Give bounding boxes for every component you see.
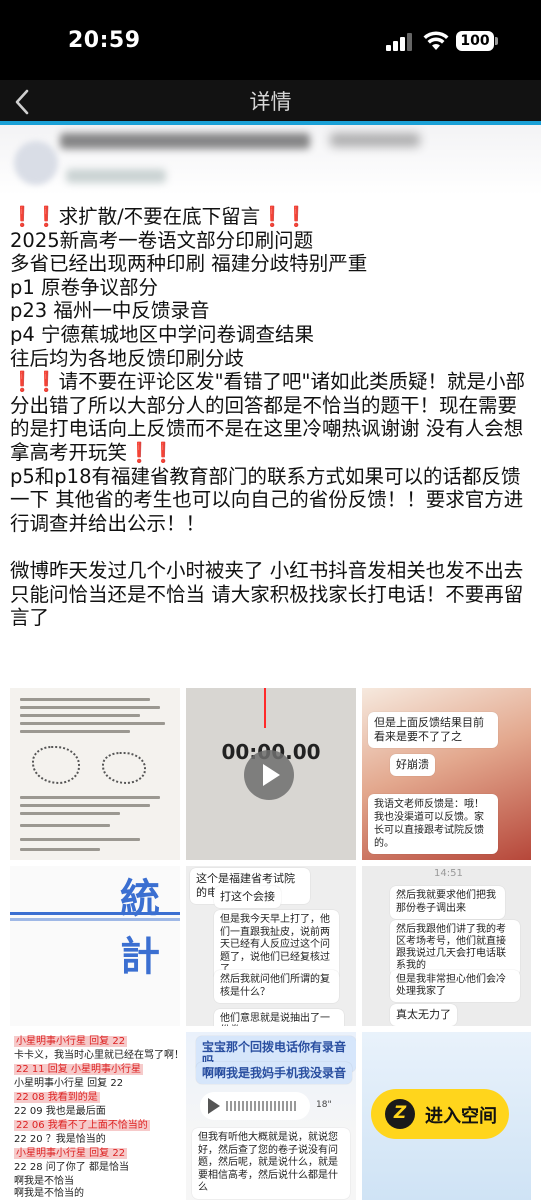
nav-bar: 详情	[0, 80, 541, 124]
signal-icon	[386, 33, 414, 51]
status-time: 20:59	[68, 28, 141, 53]
chat-bubble: 然后我跟他们讲了我的考区考场考号，他们就直接跟我说过几天会打电话联系我的	[390, 920, 520, 976]
chat-line: 22 11 回复 小星明事小行星	[14, 1064, 143, 1075]
post-line-6: p4 宁德蕉城地区中学问卷调查结果	[10, 322, 314, 346]
image-chat-exam-office[interactable]: 这个是福建省考试院的电话 打这个会接 但是我今天早上打了，他们一直跟我扯皮，说前…	[186, 866, 356, 1026]
doc-line	[20, 706, 160, 709]
chat-bubble: 但是上面反馈结果目前看来是要不了了之	[368, 712, 498, 748]
chat-bubble: 啊啊我是我妈手机我没录音	[196, 1062, 353, 1084]
status-bar: 20:59 100	[0, 0, 541, 80]
chat-line: 22 20 ？我是恰当的	[14, 1134, 106, 1145]
page-title: 详情	[249, 90, 292, 114]
chat-bubble: 然后我就要求他们把我那份卷子调出来	[390, 886, 505, 919]
blurred-name	[60, 133, 310, 149]
doc-line	[20, 698, 150, 701]
post-line-10: 微博昨天发过几个小时被夹了 小红书抖音发相关也发不出去只能问恰当还是不恰当 请大…	[10, 558, 524, 630]
divider	[10, 918, 180, 921]
exclamation-icon: ❗❗	[10, 370, 59, 394]
image-chat-follow-up[interactable]: 14:51 然后我就要求他们把我那份卷子调出来 然后我跟他们讲了我的考区考场考号…	[362, 866, 531, 1026]
voice-waveform	[226, 1101, 296, 1111]
chat-line: 小星明事小行星 回复 22	[14, 1148, 128, 1159]
voice-duration: 18"	[316, 1100, 332, 1110]
image-chat-feedback[interactable]: 但是上面反馈结果目前看来是要不了了之 好崩溃 我语文老师反馈是：哦！我也没渠道可…	[362, 688, 531, 860]
chat-bubble: 打这个会接	[214, 886, 281, 908]
enter-space-button[interactable]: 进入空间	[371, 1089, 509, 1139]
doc-line	[20, 838, 140, 841]
battery-icon: 100	[456, 31, 494, 51]
exclamation-icon: ❗❗	[10, 205, 59, 228]
image-voice-chat[interactable]: 宝宝那个回拨电话你有录音吗 啊啊我是我妈手机我没录音 18" 但我有听他大概就是…	[186, 1032, 356, 1200]
doc-line	[20, 824, 110, 827]
blurred-subtitle	[66, 169, 166, 183]
chat-bubble: 真太无力了	[390, 1004, 457, 1026]
survey-title: 統計	[120, 875, 168, 980]
doc-line	[20, 804, 150, 807]
chat-bubble: 我语文老师反馈是：哦！我也没渠道可以反馈。家长可以直接跟考试院反馈的。	[368, 794, 498, 854]
enter-space-label: 进入空间	[425, 1106, 497, 1127]
exclamation-icon: ❗❗	[127, 440, 176, 464]
chat-bubble: 他们意思就是说抽出了一份卷	[214, 1009, 344, 1026]
post-line-4: p1 原卷争议部分	[10, 275, 158, 299]
chat-line: 啊我是不恰当	[14, 1176, 74, 1187]
doc-line	[20, 714, 140, 717]
chat-bubble: 好崩溃	[390, 754, 435, 776]
sketch-illustration	[32, 746, 80, 784]
chat-line: 22 28 问了你了 都是恰当	[14, 1162, 129, 1173]
image-exam-paper[interactable]	[10, 688, 180, 860]
chat-line: 小星明事小行星 回复 22	[14, 1036, 128, 1047]
battery-tip	[495, 37, 498, 45]
post-body: ❗❗求扩散/不要在底下留言❗❗ 2025新高考一卷语文部分印刷问题 多省已经出现…	[10, 205, 530, 630]
chat-line: 22 08 我看到的是	[14, 1092, 100, 1103]
chat-line: 啊我是不恰当的	[14, 1188, 84, 1199]
doc-line	[20, 722, 165, 725]
space-icon	[385, 1099, 415, 1129]
chat-line: 22 09 我也是最后面	[14, 1106, 106, 1117]
chat-bubble: 然后我就问他们所谓的复核是什么？	[214, 970, 339, 1003]
doc-line	[20, 796, 160, 799]
chat-line: 22 06 我看不了上面不恰当的	[14, 1120, 150, 1131]
exclamation-icon: ❗❗	[260, 205, 309, 228]
sketch-illustration	[102, 752, 146, 784]
voice-message[interactable]	[200, 1092, 310, 1120]
voice-play-icon[interactable]	[208, 1098, 220, 1114]
author-header-blurred	[0, 125, 541, 195]
chat-line: 小星明事小行星 回复 22	[14, 1078, 124, 1089]
chat-bubble: 但我有听他大概就是说，就说您好，然后查了您的卷子说没有问题，然后呢，就是说什么，…	[192, 1128, 350, 1199]
post-line-7: 往后均为各地反馈印刷分歧	[10, 346, 245, 370]
doc-line	[20, 730, 130, 733]
post-detail: ❗❗求扩散/不要在底下留言❗❗ 2025新高考一卷语文部分印刷问题 多省已经出现…	[0, 125, 541, 1200]
chat-bubble: 但是我非常担心他们会冷处理我家了	[390, 970, 520, 1002]
play-button[interactable]	[244, 750, 294, 800]
post-line-3: 多省已经出现两种印刷 福建分歧特别严重	[10, 252, 368, 276]
blurred-meta	[330, 133, 420, 147]
divider	[10, 912, 180, 915]
avatar	[14, 141, 58, 185]
doc-line	[20, 812, 120, 815]
image-survey-results[interactable]: 統計	[10, 866, 180, 1026]
doc-line	[20, 848, 100, 851]
post-line-5: p23 福州一中反馈录音	[10, 299, 210, 323]
image-group-chat[interactable]: 小星明事小行星 回复 22 卡卡义，我当时心里就已经在骂了啊！ 22 11 回复…	[10, 1032, 180, 1200]
wifi-icon	[423, 31, 449, 50]
chat-timestamp: 14:51	[434, 868, 463, 879]
image-audio-recording[interactable]: 00:00.00	[186, 688, 356, 860]
post-line-2: 2025新高考一卷语文部分印刷问题	[10, 228, 314, 252]
post-line-8: ❗❗请不要在评论区发"看错了吧"诸如此类质疑！就是小部分出错了所以大部分人的回答…	[10, 370, 526, 464]
audio-waveform-marker	[264, 688, 266, 728]
post-line-9: p5和p18有福建省教育部门的联系方式如果可以的话都反馈一下 其他省的考生也可以…	[10, 464, 524, 535]
chat-line: 卡卡义，我当时心里就已经在骂了啊！	[14, 1050, 180, 1061]
post-line-1: ❗❗求扩散/不要在底下留言❗❗	[10, 205, 309, 228]
